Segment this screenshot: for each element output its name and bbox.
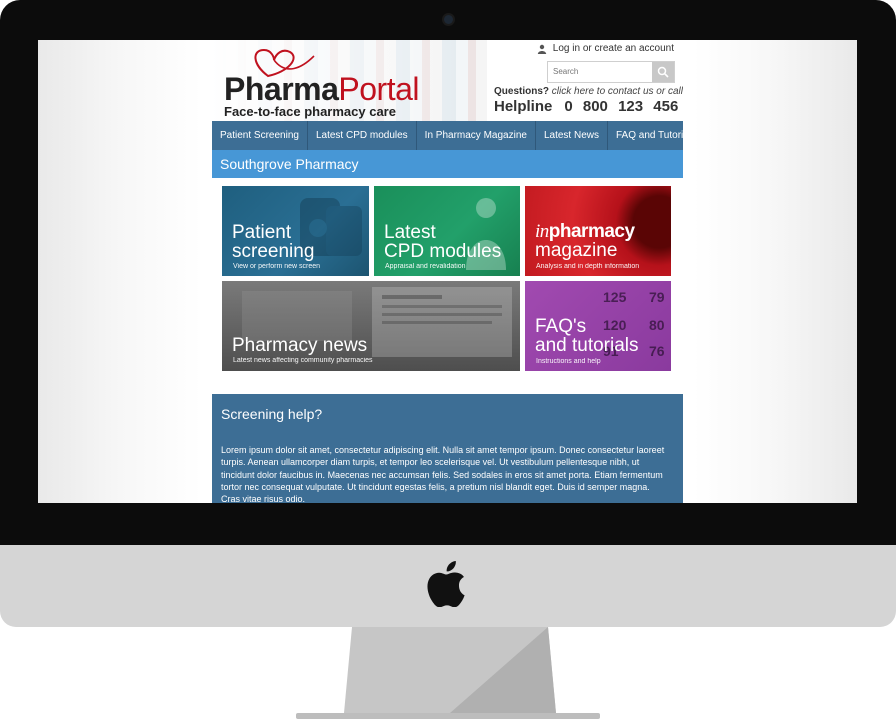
help-title: Screening help?	[221, 406, 323, 422]
search-input[interactable]	[548, 62, 656, 80]
tile-title-line1: FAQ's	[535, 316, 587, 337]
tile-faq-tutorials[interactable]: 125 79 120 80 91 76 FAQ's and tutorials I…	[525, 281, 671, 371]
tile-subtitle: Appraisal and revalidation	[385, 263, 466, 270]
nav-item-patient-screening[interactable]: Patient Screening	[212, 121, 308, 150]
logo-word-pharma: Pharma	[224, 71, 339, 107]
helpline: Helpline 0 800 123 456	[494, 98, 678, 115]
logo-tagline: Face-to-face pharmacy care	[224, 104, 396, 119]
nav-item-latest-news[interactable]: Latest News	[536, 121, 608, 150]
logo-word-portal: Portal	[338, 71, 419, 107]
tile-subtitle: Instructions and help	[536, 358, 601, 365]
pharmacy-name-bar: Southgrove Pharmacy	[212, 150, 683, 178]
nav-item-cpd-modules[interactable]: Latest CPD modules	[308, 121, 417, 150]
tile-subtitle: View or perform new screen	[233, 263, 321, 270]
tile-title-line2: and tutorials	[535, 335, 639, 356]
search-icon	[657, 66, 669, 78]
contact-prompt[interactable]: Questions? click here to contact us or c…	[494, 86, 683, 97]
tile-title: Latest CPD modules	[384, 223, 501, 261]
monitor-stand	[296, 627, 600, 719]
helpline-number: 0 800 123 456	[564, 98, 679, 115]
search-button[interactable]	[652, 62, 674, 82]
web-page: PharmaPortal Face-to-face pharmacy care …	[212, 40, 683, 503]
tile-in-pharmacy-magazine[interactable]: inpharmacy magazine Analysis and in depth…	[525, 186, 671, 276]
tile-title-line1: Patient	[232, 222, 292, 243]
readout-value: 79	[649, 289, 665, 305]
tile-title: Pharmacy news	[232, 335, 368, 356]
helpline-label: Helpline	[494, 98, 553, 115]
tile-title-line2: CPD modules	[384, 241, 502, 262]
tile-pharmacy-news[interactable]: Pharmacy news Latest news affecting comm…	[222, 281, 520, 371]
tile-title-line1: Latest	[384, 222, 436, 243]
login-link[interactable]: Log in or create an account	[537, 43, 674, 54]
search-box	[547, 61, 675, 83]
readout-value: 80	[649, 317, 665, 333]
readout-value: 125	[603, 289, 627, 305]
tile-title-line2: magazine	[535, 240, 618, 261]
brand-name: pharmacy	[548, 221, 635, 242]
site-header: PharmaPortal Face-to-face pharmacy care …	[212, 40, 683, 121]
nav-item-faq-tutorials[interactable]: FAQ and Tutorials	[608, 121, 683, 150]
user-icon	[537, 44, 546, 54]
tile-subtitle: Analysis and in depth information	[536, 263, 640, 270]
nav-item-in-pharmacy-magazine[interactable]: In Pharmacy Magazine	[417, 121, 536, 150]
help-body: Lorem ipsum dolor sit amet, consectetur …	[221, 445, 665, 503]
brand-prefix: in	[535, 221, 549, 242]
tile-title: inpharmacy magazine	[535, 222, 635, 260]
tile-title: Patient screening	[232, 223, 314, 261]
site-logo[interactable]: PharmaPortal	[224, 71, 419, 107]
readout-value: 76	[649, 343, 665, 359]
tile-patient-screening[interactable]: Patient screening View or perform new scr…	[222, 186, 369, 276]
screening-help-section: Screening help? Lorem ipsum dolor sit am…	[212, 394, 683, 503]
tile-subtitle: Latest news affecting community pharmaci…	[233, 357, 373, 364]
monitor-screen: PharmaPortal Face-to-face pharmacy care …	[38, 40, 857, 503]
main-nav: Patient Screening Latest CPD modules In …	[212, 121, 683, 150]
tile-title-line2: screening	[232, 241, 315, 262]
contact-link[interactable]: click here to contact us or call	[552, 86, 683, 97]
questions-label: Questions?	[494, 86, 550, 97]
webcam	[444, 15, 453, 24]
tile-title: FAQ's and tutorials	[535, 317, 639, 355]
tile-cpd-modules[interactable]: Latest CPD modules Appraisal and revalida…	[374, 186, 520, 276]
apple-logo-icon	[427, 561, 465, 607]
login-label: Log in or create an account	[552, 43, 674, 54]
magazine-brand: inpharmacy	[535, 221, 635, 242]
